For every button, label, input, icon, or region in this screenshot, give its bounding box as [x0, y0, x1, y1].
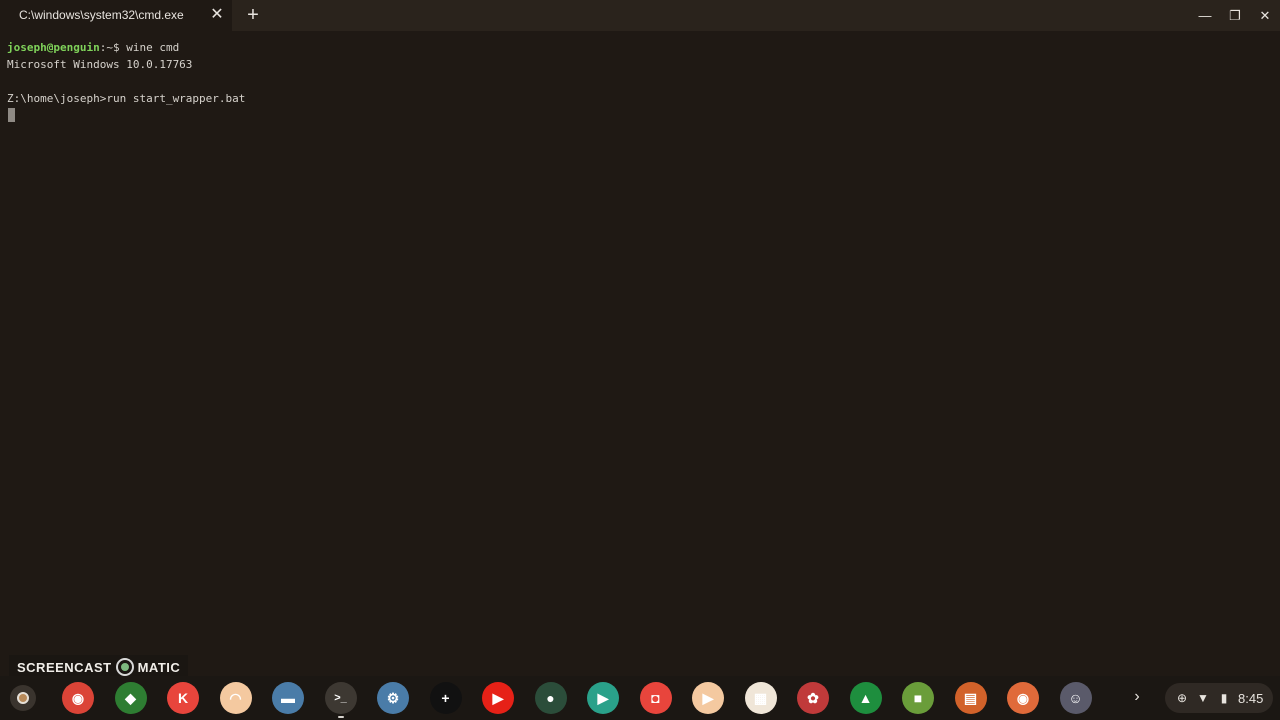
watermark-right: MATIC — [137, 659, 181, 675]
kiwi-icon[interactable]: K — [167, 682, 199, 714]
youtube-music-icon[interactable]: ▶ — [587, 682, 619, 714]
title-bar: C:\windows\system32\cmd.exe ✕ + — ❐ ✕ — [0, 0, 1280, 31]
prompt-user: joseph@penguin — [7, 41, 100, 54]
terminal-line-2: Microsoft Windows 10.0.17763 — [7, 58, 193, 71]
new-tab-icon[interactable]: + — [243, 5, 263, 25]
discord-icon[interactable]: ☺ — [1059, 682, 1092, 714]
watermark-left: SCREENCAST — [17, 659, 112, 675]
crosh-icon[interactable]: + — [429, 682, 462, 714]
winrar-icon[interactable]: ▤ — [954, 682, 987, 714]
game-app-icon[interactable]: ✿ — [797, 682, 829, 714]
play-store-icon[interactable]: ▶ — [692, 682, 724, 714]
terminal-icon[interactable]: >_ — [324, 682, 357, 718]
tab-cmd[interactable]: C:\windows\system32\cmd.exe ✕ — [0, 0, 232, 31]
chevron-right-icon[interactable]: › — [1127, 687, 1147, 707]
settings-icon[interactable]: ⚙ — [377, 682, 409, 714]
tab-close-icon[interactable]: ✕ — [208, 6, 226, 24]
prompt-command: wine cmd — [126, 41, 180, 54]
clock: 8:45 — [1238, 690, 1264, 706]
qr-app-icon[interactable]: ▦ — [744, 682, 777, 714]
drive-icon[interactable]: ▲ — [849, 682, 882, 714]
add-circle-icon: ⊕ — [1176, 691, 1188, 705]
terminal-output[interactable]: joseph@penguin:~$ wine cmd Microsoft Win… — [0, 31, 1280, 651]
running-indicator — [337, 716, 344, 718]
shelf: ◉ ◆ K ◠ ▬ >_ ⚙ + ▶ ● ▶ ◘ ▶ ▦ ✿ ▲ ■ ▤ ◉ ☺ › ⊕ ▼ ▮ 8:45 — [0, 676, 1280, 720]
terminal-line-4: Z:\home\joseph>run start_wrapper.bat — [7, 92, 246, 105]
battery-icon: ▮ — [1220, 691, 1228, 705]
puffin-icon[interactable]: ◆ — [114, 682, 147, 714]
minimize-icon[interactable]: — — [1195, 6, 1215, 26]
chrome-icon[interactable]: ◉ — [62, 682, 94, 714]
rainbow-app-icon[interactable]: ◠ — [219, 682, 252, 714]
screen-recorder-icon[interactable]: ● — [534, 682, 567, 714]
screencast-icon[interactable]: ◘ — [639, 682, 672, 714]
github-icon[interactable]: ◉ — [1007, 682, 1039, 714]
terminal-line-1: joseph@penguin:~$ wine cmd — [7, 39, 179, 56]
watermark-logo-icon — [115, 658, 134, 676]
files-icon[interactable]: ▬ — [272, 682, 304, 714]
prompt-path: :~$ — [99, 41, 127, 54]
launcher-button[interactable] — [10, 685, 36, 711]
maximize-icon[interactable]: ❐ — [1225, 6, 1245, 26]
youtube-icon[interactable]: ▶ — [482, 682, 514, 714]
status-tray[interactable]: ⊕ ▼ ▮ 8:45 — [1165, 683, 1273, 713]
tab-title: C:\windows\system32\cmd.exe — [19, 8, 184, 22]
close-window-icon[interactable]: ✕ — [1255, 6, 1275, 26]
wifi-icon: ▼ — [1197, 691, 1209, 705]
launcher-icon — [17, 692, 29, 704]
terminal-cursor — [8, 108, 15, 122]
minecraft-icon[interactable]: ■ — [902, 682, 934, 714]
